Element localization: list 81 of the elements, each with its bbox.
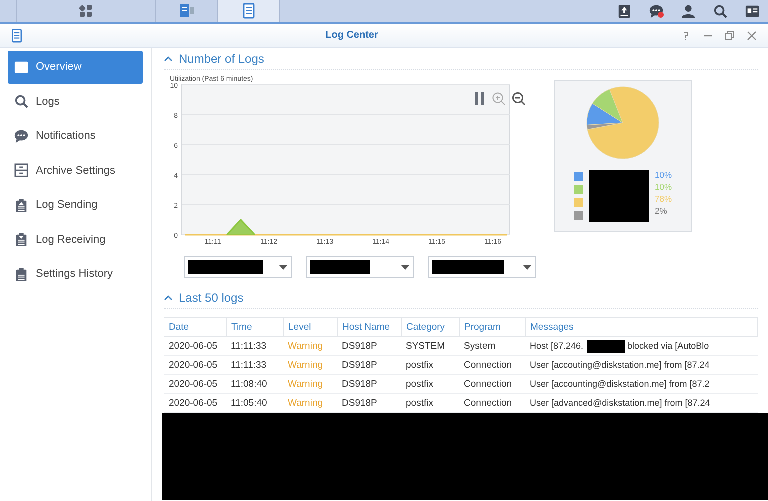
redaction-block bbox=[586, 340, 625, 352]
chat-icon bbox=[14, 128, 29, 144]
taskbar-app-button[interactable] bbox=[16, 0, 156, 22]
column-header[interactable]: Date bbox=[164, 318, 226, 336]
table-cell: Connection bbox=[459, 356, 525, 374]
message-text: User [advanced@diskstation.me] from [87.24 bbox=[530, 398, 710, 408]
document-icon bbox=[240, 3, 256, 19]
table-cell: DS918P bbox=[337, 374, 401, 394]
restore-icon bbox=[724, 30, 736, 42]
table-cell: 2020-06-05 bbox=[164, 356, 226, 374]
column-header[interactable]: Program bbox=[459, 318, 525, 336]
caret-icon bbox=[164, 56, 173, 62]
user-icon bbox=[680, 4, 696, 18]
pause-button[interactable] bbox=[474, 92, 486, 106]
legend-percent: 10% bbox=[654, 170, 672, 180]
table-cell: Warning bbox=[283, 356, 337, 374]
column-header[interactable]: Level bbox=[283, 318, 337, 336]
dropdown[interactable] bbox=[306, 256, 414, 278]
caret-icon bbox=[523, 264, 532, 270]
table-cell: 11:11:33 bbox=[226, 336, 283, 356]
upload-icon bbox=[616, 4, 632, 18]
sidebar-item[interactable]: Log Receiving bbox=[8, 224, 143, 256]
dropdown[interactable] bbox=[428, 256, 536, 278]
sidebar-item[interactable]: Archive Settings bbox=[8, 154, 143, 187]
table-cell: 11:08:40 bbox=[226, 374, 283, 394]
column-header[interactable]: Messages bbox=[525, 318, 758, 336]
clipboard-icon bbox=[14, 232, 29, 248]
zoom-in-icon bbox=[492, 92, 506, 106]
message-text: User [accouting@diskstation.me] from [87.24 bbox=[530, 360, 710, 370]
sidebar-item[interactable]: Notifications bbox=[8, 120, 143, 152]
message-text: User [accounting@diskstation.me] from [87.2 bbox=[530, 379, 710, 389]
document-icon bbox=[10, 28, 24, 42]
message-text: blocked via [AutoBlo bbox=[628, 341, 710, 351]
sidebar-item[interactable]: Log Sending bbox=[8, 189, 143, 222]
table-cell: Warning bbox=[283, 336, 337, 356]
caret-icon bbox=[164, 295, 173, 301]
drawer-icon bbox=[14, 163, 29, 178]
table-cell: postfix bbox=[401, 356, 459, 374]
table-cell: SYSTEM bbox=[401, 336, 459, 356]
legend-percent: 10% bbox=[654, 182, 672, 192]
sidebar-item[interactable]: Settings History bbox=[8, 258, 143, 290]
redaction-block bbox=[588, 170, 649, 222]
table-cell: 2020-06-05 bbox=[164, 336, 226, 356]
caret-icon bbox=[401, 264, 410, 270]
table-cell: 11:11:33 bbox=[226, 356, 283, 374]
legend-percent: 78% bbox=[654, 194, 672, 204]
table-cell: 2020-06-05 bbox=[164, 374, 226, 394]
search-icon bbox=[14, 94, 29, 110]
dropdown[interactable] bbox=[184, 256, 292, 278]
restore-button[interactable] bbox=[724, 30, 736, 42]
close-button[interactable] bbox=[746, 30, 758, 42]
collapse-button[interactable] bbox=[164, 56, 173, 62]
window-icon bbox=[178, 3, 194, 19]
table-cell: DS918P bbox=[337, 336, 401, 356]
column-header[interactable]: Category bbox=[401, 318, 459, 336]
sidebar-item[interactable]: Overview bbox=[8, 51, 143, 84]
table-cell: DS918P bbox=[337, 356, 401, 374]
table-cell: System bbox=[459, 336, 525, 356]
message-text: Host [87.246. bbox=[530, 341, 584, 351]
table-cell: Warning bbox=[283, 374, 337, 394]
pause-icon bbox=[474, 92, 486, 105]
sidebar-item[interactable]: Logs bbox=[8, 86, 143, 118]
section-title: Last 50 logs bbox=[179, 291, 244, 305]
zoom-out-button[interactable] bbox=[512, 92, 526, 106]
search-icon bbox=[712, 4, 728, 18]
taskbar-app-button[interactable] bbox=[218, 0, 280, 22]
table-cell: Connection bbox=[459, 374, 525, 394]
clipboard-icon bbox=[14, 266, 29, 282]
clipboard-icon bbox=[14, 198, 29, 213]
collapse-button[interactable] bbox=[164, 295, 173, 301]
window-title: Log Center bbox=[324, 30, 380, 41]
section-title: Number of Logs bbox=[179, 52, 264, 66]
legend-percent: 2% bbox=[654, 206, 668, 216]
column-header[interactable]: Time bbox=[226, 318, 283, 336]
grid-icon bbox=[78, 3, 94, 19]
caret-icon bbox=[279, 264, 288, 270]
zoom-out-icon bbox=[512, 92, 526, 106]
close-icon bbox=[746, 30, 758, 42]
table-cell: postfix bbox=[401, 374, 459, 394]
notification-badge bbox=[658, 12, 664, 18]
column-header[interactable]: Host Name bbox=[337, 318, 401, 336]
